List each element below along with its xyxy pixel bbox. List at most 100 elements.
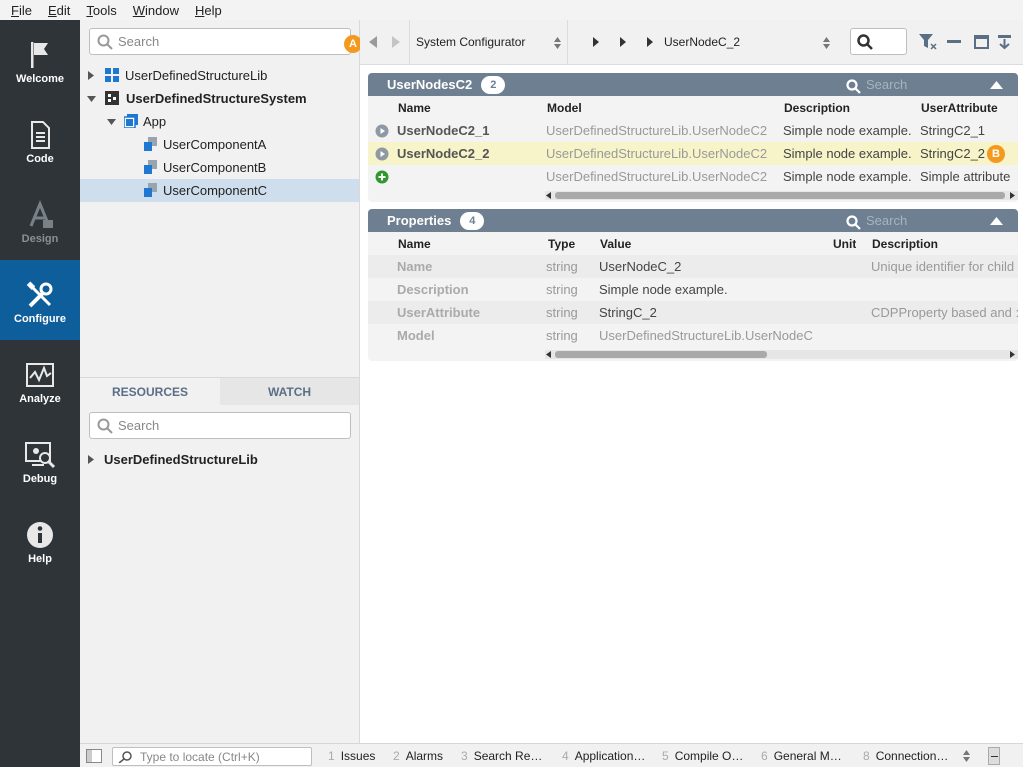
locate-placeholder: Type to locate (Ctrl+K) [140, 750, 260, 764]
sidebar-item-code[interactable]: Code [0, 100, 80, 180]
tree-item[interactable]: UserComponentB [80, 156, 359, 179]
tree-item[interactable]: UserComponentC [80, 179, 359, 202]
pin-icon[interactable] [997, 34, 1012, 50]
minimize-icon[interactable] [947, 40, 961, 44]
column-header[interactable]: Unit [833, 237, 856, 251]
find-input[interactable] [850, 28, 907, 55]
resources-search-input[interactable]: Search [89, 412, 351, 439]
updown-icon[interactable] [823, 37, 830, 49]
view-selector-value: System Configurator [416, 35, 526, 49]
locate-input[interactable]: Type to locate (Ctrl+K) [112, 747, 312, 766]
property-type: string [546, 328, 578, 343]
property-value[interactable]: StringC_2 [599, 305, 824, 320]
property-value[interactable]: UserNodeC_2 [599, 259, 824, 274]
resource-item[interactable]: UserDefinedStructureLib [80, 448, 359, 471]
breadcrumb-current[interactable]: UserNodeC_2 [664, 35, 740, 49]
column-header[interactable]: Name [398, 101, 431, 115]
count-badge: 2 [481, 75, 506, 94]
column-header[interactable]: Value [600, 237, 631, 251]
sidebar-item-welcome[interactable]: Welcome [0, 20, 80, 100]
property-row[interactable]: UserAttribute string StringC_2 CDPProper… [368, 301, 1018, 324]
column-header[interactable]: Name [398, 237, 431, 251]
scroll-right-icon[interactable] [1010, 351, 1015, 358]
menu-file[interactable]: File [6, 3, 37, 18]
tab-label: Issues [340, 749, 376, 763]
system-icon [105, 91, 119, 105]
scroll-left-icon[interactable] [546, 192, 551, 199]
tab-watch[interactable]: WATCH [220, 378, 359, 405]
collapse-icon[interactable] [990, 81, 1003, 89]
table-row[interactable]: UserNodeC2_1 UserDefinedStructureLib.Use… [368, 119, 1018, 142]
node-model: UserDefinedStructureLib.UserNodeC2 [546, 146, 768, 161]
tab-label: Compile O… [674, 749, 744, 763]
menu-tools[interactable]: Tools [81, 3, 121, 18]
sidebar-item-analyze[interactable]: Analyze [0, 340, 80, 420]
property-row[interactable]: Name string UserNodeC_2 Unique identifie… [368, 255, 1018, 278]
component-icon [144, 137, 157, 151]
horizontal-scrollbar[interactable] [545, 191, 1018, 200]
bottom-tab-search-results[interactable]: 3 Search Re… [461, 749, 542, 763]
back-arrow-icon[interactable] [369, 36, 377, 48]
tree-item[interactable]: UserDefinedStructureSystem [80, 87, 359, 110]
resources-panel: RESOURCES WATCH Search UserDefinedStruct… [80, 377, 360, 743]
collapse-icon[interactable] [990, 217, 1003, 225]
horizontal-scrollbar[interactable] [545, 350, 1018, 359]
debug-icon [24, 438, 56, 472]
panel-search[interactable]: Search [846, 77, 907, 94]
bottom-tab-compile-output[interactable]: 5 Compile O… [662, 749, 743, 763]
panel-search[interactable]: Search [846, 213, 907, 230]
tab-resources[interactable]: RESOURCES [80, 378, 220, 405]
breadcrumb-arrow-icon[interactable] [647, 37, 653, 47]
sidebar-item-help[interactable]: Help [0, 500, 80, 580]
view-selector[interactable]: System Configurator [410, 20, 567, 65]
panel-toggle-icon[interactable] [86, 749, 102, 763]
scroll-left-icon[interactable] [546, 351, 551, 358]
bottom-tab-application[interactable]: 4 Application… [562, 749, 645, 763]
resource-item-label: UserDefinedStructureLib [104, 452, 258, 467]
play-icon[interactable] [375, 147, 389, 161]
search-icon [97, 34, 113, 53]
tree-item[interactable]: UserComponentA [80, 133, 359, 156]
bottom-tab-issues[interactable]: 1 Issues [328, 749, 375, 763]
breadcrumb-arrow-icon[interactable] [620, 37, 626, 47]
scrollbar-thumb[interactable] [555, 351, 767, 358]
table-header-row: Name Model Description UserAttribute [368, 96, 1018, 119]
menu-window[interactable]: Window [128, 3, 184, 18]
sidebar-item-configure[interactable]: Configure [0, 260, 80, 340]
scroll-right-icon[interactable] [1010, 192, 1015, 199]
node-model: UserDefinedStructureLib.UserNodeC2 [546, 169, 768, 184]
property-row[interactable]: Model string UserDefinedStructureLib.Use… [368, 324, 1018, 347]
maximize-icon[interactable] [974, 35, 989, 49]
add-icon[interactable] [375, 170, 389, 184]
tree-item[interactable]: App [80, 110, 359, 133]
scrollbar-thumb[interactable] [555, 192, 1005, 199]
property-value[interactable]: Simple node example. [599, 282, 824, 297]
table-row[interactable]: UserNodeC2_2 UserDefinedStructureLib.Use… [368, 142, 1018, 165]
node-name: UserNodeC2_2 [397, 146, 490, 161]
sidebar-item-design[interactable]: Design [0, 180, 80, 260]
play-icon[interactable] [375, 124, 389, 138]
tree-search-input[interactable]: Search [89, 28, 351, 55]
bottom-tab-alarms[interactable]: 2 Alarms [393, 749, 443, 763]
minimize-panel-button[interactable] [988, 747, 1000, 765]
updown-icon[interactable] [963, 750, 970, 762]
filter-icon[interactable] [919, 34, 937, 50]
table-row-new[interactable]: UserDefinedStructureLib.UserNodeC2 Simpl… [368, 165, 1018, 188]
bottom-tab-general-messages[interactable]: 6 General M… [761, 749, 842, 763]
menu-edit[interactable]: Edit [43, 3, 75, 18]
tree-item[interactable]: UserDefinedStructureLib [80, 64, 359, 87]
breadcrumb-arrow-icon[interactable] [593, 37, 599, 47]
nodes-panel-header[interactable]: UserNodesC2 2 Search [368, 73, 1018, 96]
tree-item-label: App [143, 114, 167, 129]
column-header[interactable]: Description [784, 101, 850, 115]
sidebar-item-debug[interactable]: Debug [0, 420, 80, 500]
column-header[interactable]: Model [547, 101, 582, 115]
column-header[interactable]: Description [872, 237, 938, 251]
properties-panel-header[interactable]: Properties 4 Search [368, 209, 1018, 232]
forward-arrow-icon[interactable] [392, 36, 400, 48]
column-header[interactable]: UserAttribute [921, 101, 998, 115]
menu-help[interactable]: Help [190, 3, 227, 18]
property-row[interactable]: Description string Simple node example. [368, 278, 1018, 301]
bottom-tab-connection[interactable]: 8 Connection… [863, 749, 948, 763]
column-header[interactable]: Type [548, 237, 575, 251]
